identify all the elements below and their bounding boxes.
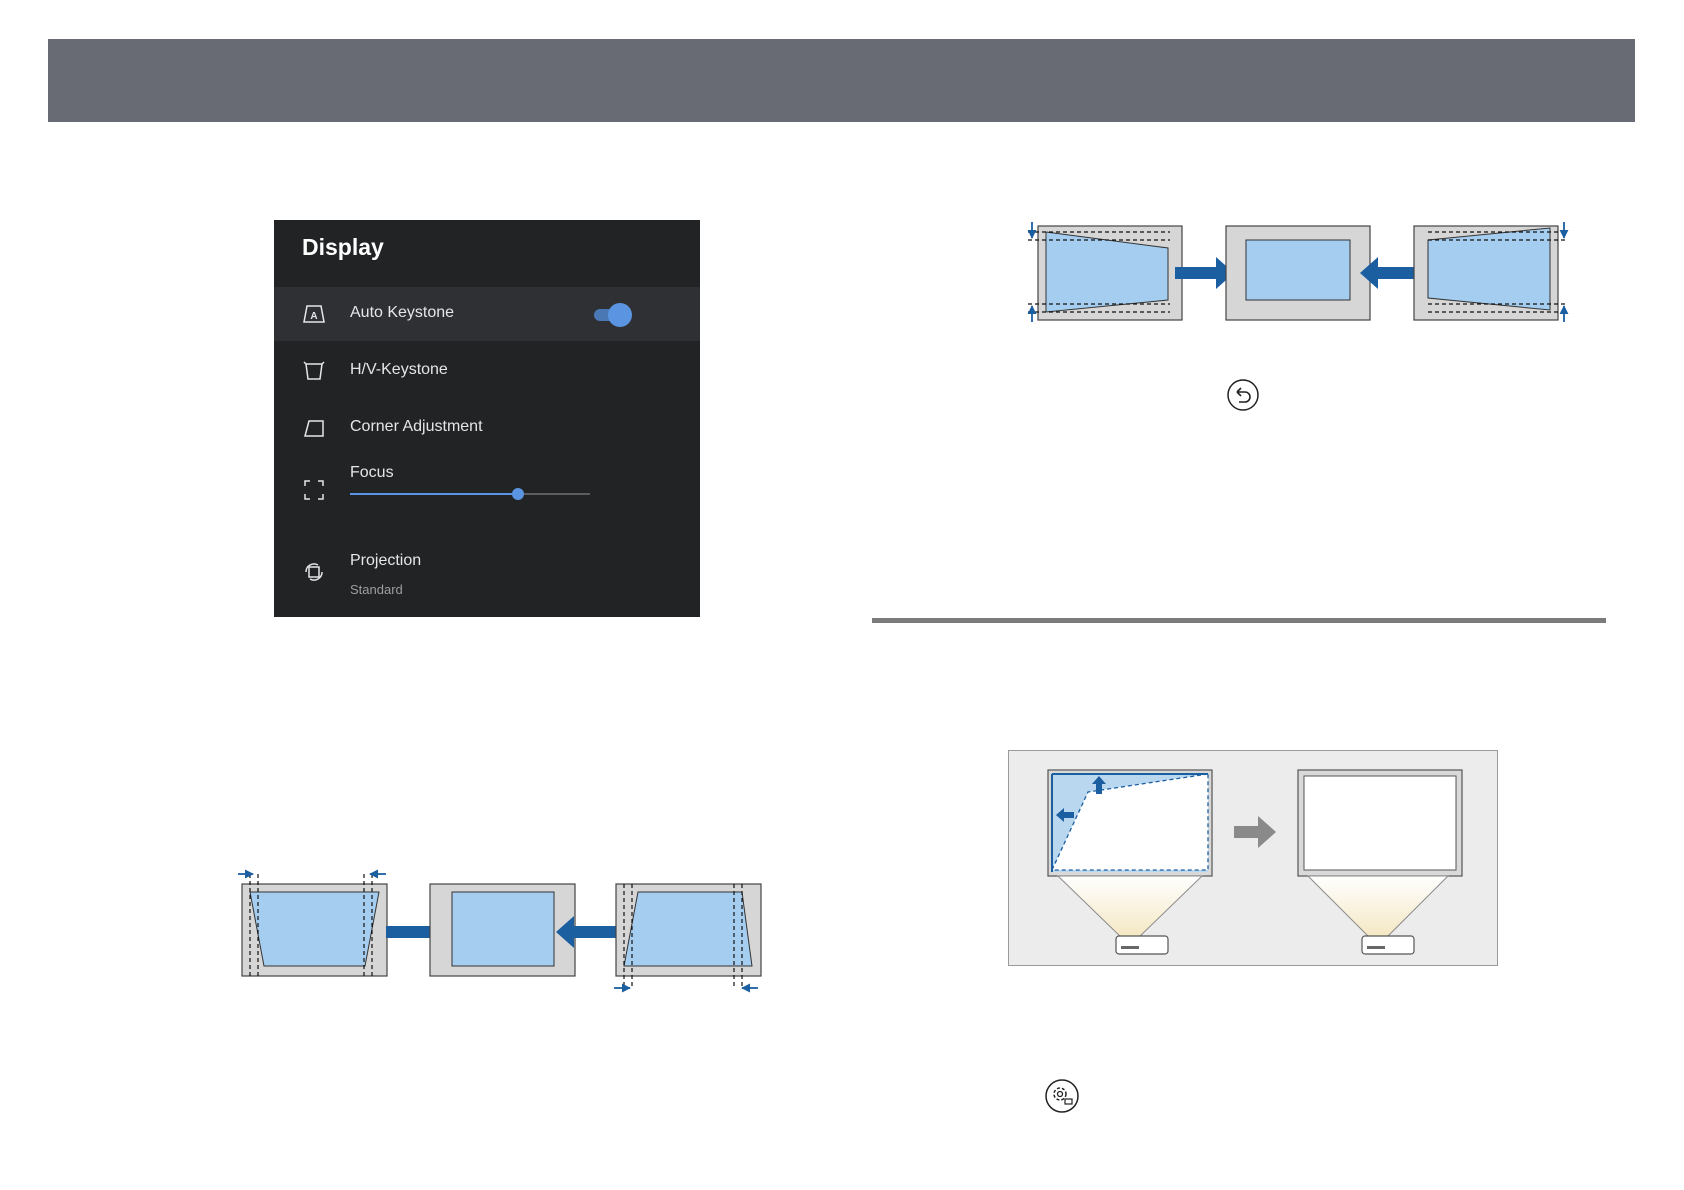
- menu-item-auto-keystone[interactable]: A Auto Keystone: [274, 287, 700, 341]
- hv-keystone-label: H/V-Keystone: [350, 361, 448, 378]
- focus-label: Focus: [350, 464, 394, 481]
- svg-text:A: A: [310, 311, 317, 322]
- corrected-screen: [451, 891, 555, 967]
- distorted-screen-right: [623, 891, 753, 967]
- settings-remote-button-icon: [1045, 1079, 1079, 1113]
- auto-keystone-toggle[interactable]: [592, 303, 632, 327]
- menu-item-corner-adjustment[interactable]: Corner Adjustment: [274, 401, 700, 455]
- section-divider: [872, 618, 1606, 623]
- distorted-screen-left: [249, 891, 380, 967]
- menu-title: Display: [302, 234, 384, 260]
- projection-value: Standard: [350, 582, 403, 597]
- return-button-icon: [1227, 379, 1259, 411]
- distorted-screen-bottom: [1427, 227, 1551, 311]
- vertical-keystone-figure: [1027, 222, 1569, 322]
- menu-item-focus[interactable]: Focus: [274, 454, 700, 524]
- corrected-screen-top: [1245, 239, 1351, 301]
- corrected-image: [1303, 775, 1457, 871]
- display-menu: Display A Auto Keystone H/V-Keystone Cor…: [274, 220, 700, 617]
- corner-adjustment-figure: [1008, 750, 1498, 966]
- auto-keystone-icon: A: [303, 305, 325, 323]
- corner-adjustment-icon: [304, 420, 324, 437]
- arrow-right-shape-top: [1175, 257, 1234, 289]
- projection-label: Projection: [350, 552, 422, 569]
- page-header-bar: [48, 39, 1635, 122]
- horizontal-keystone-figure: [238, 869, 762, 993]
- hv-keystone-icon: [303, 361, 325, 380]
- projector-left: [1115, 935, 1169, 955]
- menu-item-projection[interactable]: Projection Standard: [274, 540, 700, 610]
- menu-item-hv-keystone[interactable]: H/V-Keystone: [274, 344, 700, 398]
- corner-adjustment-label: Corner Adjustment: [350, 418, 483, 435]
- focus-slider[interactable]: [350, 488, 590, 500]
- projection-icon: [305, 563, 323, 581]
- projector-right: [1361, 935, 1415, 955]
- focus-icon: [304, 480, 324, 500]
- auto-keystone-label: Auto Keystone: [350, 304, 455, 321]
